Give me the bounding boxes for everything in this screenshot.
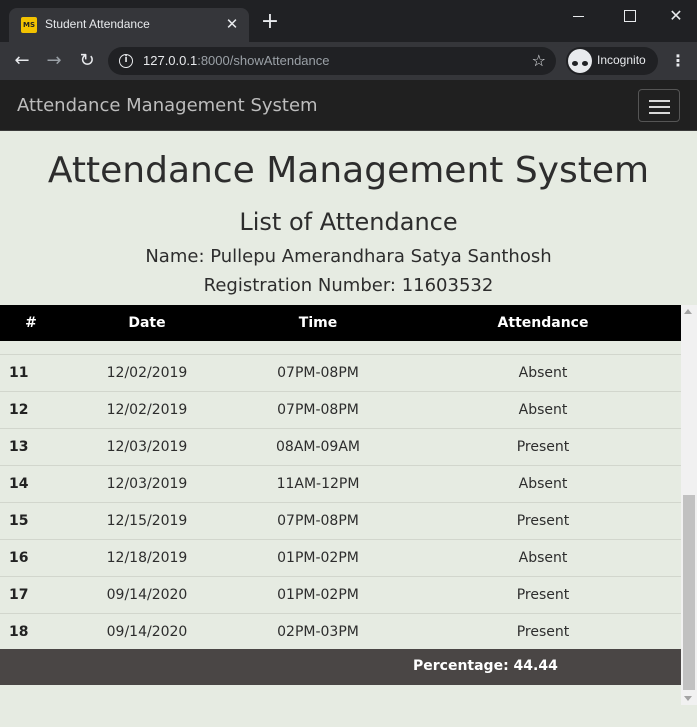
cell-date: 12/15/2019 (106, 513, 188, 529)
scroll-down-icon[interactable] (684, 696, 692, 701)
table-row: 13 12/03/2019 08AM-09AM Present (0, 428, 681, 465)
minimize-button[interactable] (568, 6, 590, 26)
browser-tab-strip: MS Student Attendance ✕ + ✕ (0, 0, 697, 42)
vertical-scrollbar[interactable] (681, 305, 697, 705)
table-row: 11 12/02/2019 07PM-08PM Absent (0, 354, 681, 391)
table-row: 18 09/14/2020 02PM-03PM Present (0, 613, 681, 649)
scroll-up-icon[interactable] (684, 309, 692, 314)
cell-time: 01PM-02PM (277, 550, 359, 566)
page-subtitle: List of Attendance (239, 208, 458, 236)
browser-tab[interactable]: MS Student Attendance ✕ (9, 8, 249, 42)
close-icon[interactable]: ✕ (223, 15, 241, 33)
registration-number: Registration Number: 11603532 (203, 275, 494, 296)
page-title: Attendance Management System (47, 150, 650, 191)
cell-num: 17 (9, 587, 29, 603)
table-header: # Date Time Attendance (0, 305, 681, 341)
cell-date: 12/02/2019 (106, 365, 188, 381)
cell-date: 09/14/2020 (106, 587, 188, 603)
cell-status: Present (516, 439, 570, 455)
table-row: 17 09/14/2020 01PM-02PM Present (0, 576, 681, 613)
col-header-attendance: Attendance (497, 315, 589, 331)
cell-time: 07PM-08PM (277, 402, 359, 418)
cell-time: 11AM-12PM (276, 476, 360, 492)
window-close-button[interactable]: ✕ (665, 6, 687, 26)
site-navbar: Attendance Management System (0, 80, 697, 131)
cell-time: 02PM-03PM (277, 624, 359, 640)
cell-date: 12/18/2019 (106, 550, 188, 566)
cell-num: 15 (9, 513, 29, 529)
cell-time: 08AM-09AM (276, 439, 360, 455)
cell-date: 12/03/2019 (106, 439, 188, 455)
reload-button[interactable]: ↻ (76, 50, 98, 72)
hamburger-menu-icon[interactable] (638, 89, 680, 122)
cell-status: Present (516, 513, 570, 529)
info-icon[interactable]: i (119, 54, 133, 68)
cell-num: 16 (9, 550, 29, 566)
student-name: Name: Pullepu Amerandhara Satya Santhosh (145, 246, 552, 267)
cell-date: 12/03/2019 (106, 476, 188, 492)
cell-date: 12/02/2019 (106, 402, 188, 418)
cell-num: 14 (9, 476, 29, 492)
table-row: 10 (0, 341, 681, 354)
cell-date: 09/14/2020 (106, 624, 188, 640)
cell-status: Absent (518, 365, 568, 381)
kebab-menu-icon[interactable]: ⋮ (668, 51, 688, 71)
incognito-label: Incognito (597, 53, 646, 67)
cell-status: Absent (518, 550, 568, 566)
new-tab-button[interactable]: + (260, 11, 280, 33)
maximize-button[interactable] (618, 6, 640, 26)
cell-time: 07PM-08PM (277, 513, 359, 529)
back-button[interactable]: ← (11, 50, 33, 72)
cell-num: 18 (9, 624, 29, 640)
attendance-percentage: Percentage: 44.44 (413, 658, 558, 674)
col-header-num: # (25, 315, 37, 331)
table-row: 12 12/02/2019 07PM-08PM Absent (0, 391, 681, 428)
cell-num: 11 (9, 365, 29, 381)
cell-num: 10 (9, 341, 28, 344)
page-content: Attendance Management System Attendance … (0, 80, 697, 727)
cell-status: Present (516, 624, 570, 640)
favicon-icon: MS (21, 17, 37, 33)
forward-button[interactable]: → (43, 50, 65, 72)
cell-num: 13 (9, 439, 29, 455)
scrollbar-thumb[interactable] (683, 495, 695, 690)
table-row: 15 12/15/2019 07PM-08PM Present (0, 502, 681, 539)
cell-num: 12 (9, 402, 29, 418)
cell-status: Present (516, 587, 570, 603)
table-body: 10 11 12/02/2019 07PM-08PM Absent 12 12/… (0, 341, 681, 649)
star-icon[interactable]: ☆ (532, 51, 546, 70)
navbar-brand[interactable]: Attendance Management System (17, 95, 318, 116)
col-header-date: Date (128, 315, 166, 331)
table-row: 14 12/03/2019 11AM-12PM Absent (0, 465, 681, 502)
incognito-icon (568, 49, 592, 73)
cell-status: Absent (518, 476, 568, 492)
table-row: 16 12/18/2019 01PM-02PM Absent (0, 539, 681, 576)
url-text[interactable]: 127.0.0.1:8000/showAttendance (143, 53, 330, 68)
table-footer: Percentage: 44.44 (0, 649, 681, 685)
url-host: 127.0.0.1 (143, 53, 198, 68)
cell-time: 01PM-02PM (277, 587, 359, 603)
browser-toolbar: ← → ↻ i 127.0.0.1:8000/showAttendance ☆ … (0, 42, 697, 80)
url-path: :8000/showAttendance (197, 53, 330, 68)
cell-time: 07PM-08PM (277, 365, 359, 381)
col-header-time: Time (298, 315, 338, 331)
address-bar[interactable]: i 127.0.0.1:8000/showAttendance ☆ (108, 47, 556, 75)
tab-title: Student Attendance (45, 17, 150, 31)
incognito-badge[interactable]: Incognito (566, 47, 658, 75)
cell-status: Absent (518, 402, 568, 418)
